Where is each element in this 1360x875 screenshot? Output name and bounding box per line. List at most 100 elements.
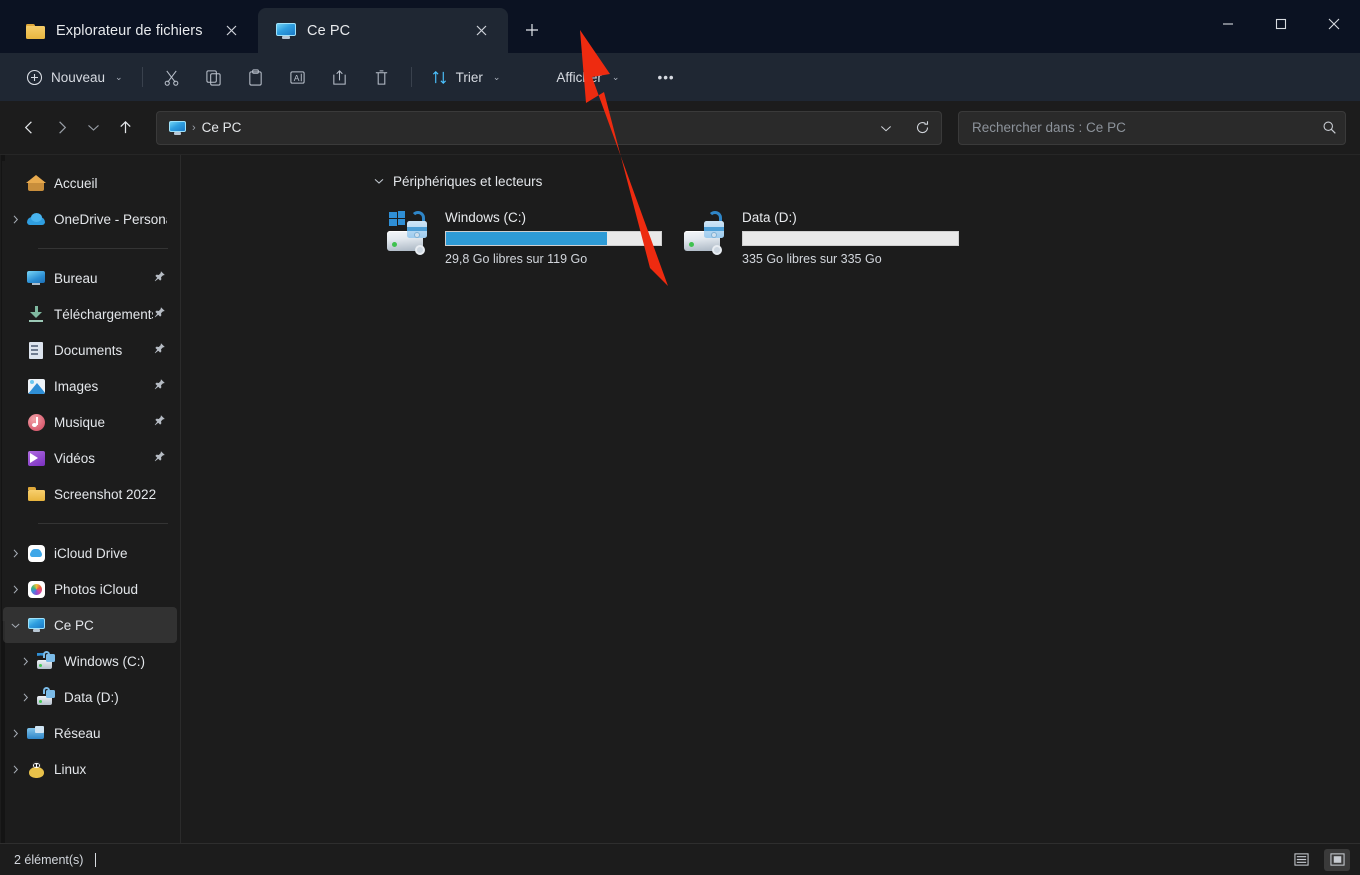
monitor-icon — [276, 22, 296, 39]
cut-icon[interactable] — [152, 61, 192, 93]
share-icon[interactable] — [320, 61, 360, 93]
view-button[interactable]: Afficher ⌄ — [546, 61, 629, 93]
icloud-drive-icon — [27, 544, 45, 562]
sidebar-item-label: Documents — [54, 342, 123, 358]
sidebar-item-windows-c[interactable]: Windows (C:) — [3, 643, 177, 679]
group-header-label: Périphériques et lecteurs — [393, 173, 543, 189]
drive-tile[interactable]: Windows (C:) 29,8 Go libres sur 119 Go — [381, 207, 666, 273]
sidebar-item-images[interactable]: Images — [3, 368, 177, 404]
sidebar-item-icloud-drive[interactable]: iCloud Drive — [3, 535, 177, 571]
new-button-label: Nouveau — [51, 69, 106, 85]
sidebar-item-t-l-chargements[interactable]: Téléchargements — [3, 296, 177, 332]
group-header-devices[interactable]: Périphériques et lecteurs — [181, 169, 1360, 193]
sidebar-item-photos-icloud[interactable]: Photos iCloud — [3, 571, 177, 607]
tab-label: Explorateur de fichiers — [56, 22, 203, 39]
chevron-down-icon: ⌄ — [492, 71, 501, 82]
drive-tile[interactable]: Data (D:) 335 Go libres sur 335 Go — [678, 207, 963, 273]
title-bar: Explorateur de fichiers Ce PC — [0, 0, 1360, 53]
chevron-down-icon: ⌄ — [611, 71, 620, 82]
sidebar-item-onedrive-persona[interactable]: OneDrive - Persona — [3, 201, 177, 237]
sidebar-item-bureau[interactable]: Bureau — [3, 260, 177, 296]
sidebar-item-label: Vidéos — [54, 450, 96, 466]
search-box[interactable] — [958, 110, 1346, 145]
sidebar-item-label: Data (D:) — [64, 689, 119, 705]
pin-icon — [153, 306, 167, 322]
capacity-bar — [445, 231, 662, 246]
chevron-right-icon[interactable] — [3, 728, 27, 739]
large-icons-view-button[interactable] — [1324, 848, 1350, 871]
back-button[interactable] — [14, 112, 44, 144]
pin-icon — [153, 378, 167, 394]
windows-logo-icon — [389, 211, 406, 226]
sidebar-item-label: Linux — [54, 761, 87, 777]
tab-explorateur-de-fichiers[interactable]: Explorateur de fichiers — [8, 8, 258, 53]
copy-icon[interactable] — [194, 61, 234, 93]
paste-icon[interactable] — [236, 61, 276, 93]
sidebar-item-label: Accueil — [54, 175, 98, 191]
chevron-down-icon: ⌄ — [115, 71, 123, 82]
pin-icon — [153, 342, 167, 358]
linux-icon — [27, 760, 45, 778]
drive-tile-list: Windows (C:) 29,8 Go libres sur 119 Go Dat… — [181, 193, 1360, 273]
chevron-right-icon[interactable] — [3, 584, 27, 595]
sidebar-item-data-d[interactable]: Data (D:) — [3, 679, 177, 715]
search-input[interactable] — [972, 120, 1322, 135]
details-view-button[interactable] — [1288, 849, 1314, 871]
chevron-right-icon[interactable] — [3, 764, 27, 775]
drive-info: Windows (C:) 29,8 Go libres sur 119 Go — [445, 209, 662, 266]
close-window-button[interactable] — [1307, 0, 1360, 48]
pin-icon — [153, 414, 167, 430]
cloud-icon — [27, 210, 45, 228]
rename-icon[interactable]: A — [278, 61, 318, 93]
sidebar-item-ce-pc[interactable]: Ce PC — [3, 607, 177, 643]
file-list-pane: Périphériques et lecteurs Windows (C:) 29… — [181, 155, 1360, 843]
minimize-button[interactable] — [1201, 0, 1254, 48]
address-dropdown-button[interactable] — [871, 114, 901, 142]
new-tab-button[interactable] — [514, 12, 550, 48]
sidebar-item-label: Photos iCloud — [54, 581, 139, 597]
navigation-pane: Accueil OneDrive - Persona Bureau Télécharg… — [0, 155, 181, 843]
chevron-down-icon[interactable] — [3, 620, 27, 631]
sidebar-item-musique[interactable]: Musique — [3, 404, 177, 440]
refresh-button[interactable] — [907, 114, 937, 142]
maximize-button[interactable] — [1254, 0, 1307, 48]
tab-label: Ce PC — [307, 22, 351, 39]
chevron-down-icon[interactable] — [373, 175, 385, 187]
drive-name: Data (D:) — [742, 210, 797, 225]
drive-capacity-text: 29,8 Go libres sur 119 Go — [445, 252, 588, 266]
close-tab-icon[interactable] — [468, 18, 494, 44]
chevron-right-icon[interactable] — [13, 656, 37, 667]
forward-button[interactable] — [46, 112, 76, 144]
new-button[interactable]: Nouveau ⌄ — [16, 61, 133, 93]
search-icon[interactable] — [1322, 120, 1337, 135]
sidebar-item-screenshot-2022[interactable]: Screenshot 2022 — [3, 476, 177, 512]
breadcrumb-current[interactable]: Ce PC — [202, 120, 242, 135]
monitor-icon — [169, 120, 186, 135]
document-icon — [27, 341, 45, 359]
drive-info: Data (D:) 335 Go libres sur 335 Go — [742, 209, 959, 266]
sidebar-item-accueil[interactable]: Accueil — [3, 165, 177, 201]
svg-text:A: A — [294, 72, 300, 82]
text-caret — [95, 852, 97, 867]
status-bar: 2 élément(s) — [0, 843, 1360, 875]
chevron-right-icon[interactable] — [13, 692, 37, 703]
pin-icon — [153, 450, 167, 466]
drive-capacity-text: 335 Go libres sur 335 Go — [742, 252, 882, 266]
desktop-icon — [27, 269, 45, 287]
tab-ce-pc[interactable]: Ce PC — [258, 8, 508, 53]
address-bar[interactable]: › Ce PC — [156, 110, 942, 145]
more-options-button[interactable]: ••• — [647, 61, 684, 93]
sidebar-item-r-seau[interactable]: Réseau — [3, 715, 177, 751]
sidebar-item-documents[interactable]: Documents — [3, 332, 177, 368]
recent-locations-button[interactable] — [78, 112, 108, 144]
chevron-right-icon[interactable] — [3, 548, 27, 559]
chevron-right-icon[interactable] — [3, 214, 27, 225]
delete-icon[interactable] — [362, 61, 402, 93]
sidebar-item-linux[interactable]: Linux — [3, 751, 177, 787]
breadcrumb-separator: › — [192, 121, 196, 134]
drive-icon — [37, 686, 55, 706]
sort-button[interactable]: Trier ⌄ — [421, 61, 511, 93]
sidebar-item-vid-os[interactable]: Vidéos — [3, 440, 177, 476]
up-button[interactable] — [110, 112, 140, 144]
close-tab-icon[interactable] — [218, 18, 244, 44]
